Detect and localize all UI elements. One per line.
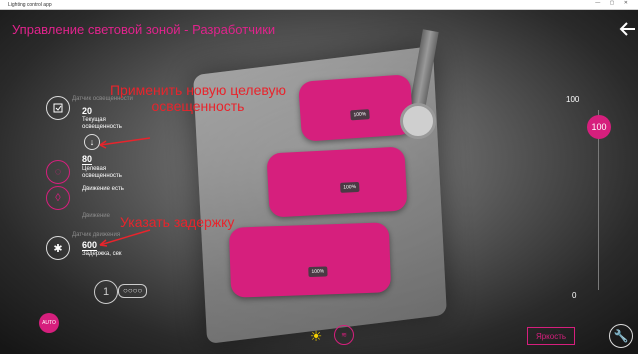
- current-illum-value: 20: [82, 106, 93, 116]
- wireless-sensor-icon[interactable]: ≋: [334, 325, 354, 345]
- page-current[interactable]: 1: [94, 280, 118, 304]
- annotation-arrow-apply: [99, 137, 151, 149]
- brightness-slider-knob[interactable]: 100: [587, 115, 611, 139]
- lightbulb-icon[interactable]: ☀: [305, 325, 327, 347]
- lamp-2-level: 100%: [340, 181, 360, 193]
- window-title: Lighting control app: [8, 1, 52, 8]
- target-illum-label: Целевая освещенность: [82, 166, 122, 179]
- annotation-apply-target: Применить новую целевую освещенность: [109, 82, 287, 114]
- slider-min-label: 0: [572, 291, 577, 300]
- lamp-3[interactable]: 100%: [228, 222, 392, 298]
- lamp-ring: [400, 103, 436, 139]
- lamp-2[interactable]: 100%: [266, 146, 408, 218]
- window-controls[interactable]: — ▢ ✕: [595, 0, 632, 6]
- page-dots[interactable]: ○○○○: [118, 284, 148, 298]
- lamp-3-level: 100%: [308, 266, 328, 278]
- lamp-1[interactable]: 100%: [298, 74, 414, 142]
- window-titlebar: Lighting control app — ▢ ✕: [0, 0, 638, 10]
- annotation-arrow-delay: [99, 229, 151, 247]
- auto-button[interactable]: AUTO: [39, 313, 59, 333]
- sensor-icon[interactable]: [46, 96, 70, 120]
- drop-icon[interactable]: ◊: [46, 186, 70, 210]
- lightbulb-outline-icon[interactable]: ◌: [46, 160, 70, 184]
- back-arrow-icon[interactable]: [619, 20, 637, 38]
- delay-label: Задержка, сек: [82, 251, 122, 257]
- motion-person-icon[interactable]: ✱: [46, 236, 70, 260]
- target-illum-input[interactable]: 80: [82, 154, 93, 165]
- slider-max-label: 100: [566, 95, 580, 104]
- settings-wrench-icon[interactable]: 🔧: [609, 324, 633, 348]
- illum-sensor-icon: [53, 103, 63, 113]
- page-title: Управление световой зоной - Разработчики: [12, 22, 276, 37]
- brightness-button[interactable]: Яркость: [527, 327, 575, 345]
- motion-title: Движение: [82, 213, 110, 219]
- motion-status: Движение есть: [82, 186, 124, 192]
- lamp-1-level: 100%: [350, 109, 370, 121]
- app-screen: Lighting control app — ▢ ✕ Управление св…: [0, 0, 638, 354]
